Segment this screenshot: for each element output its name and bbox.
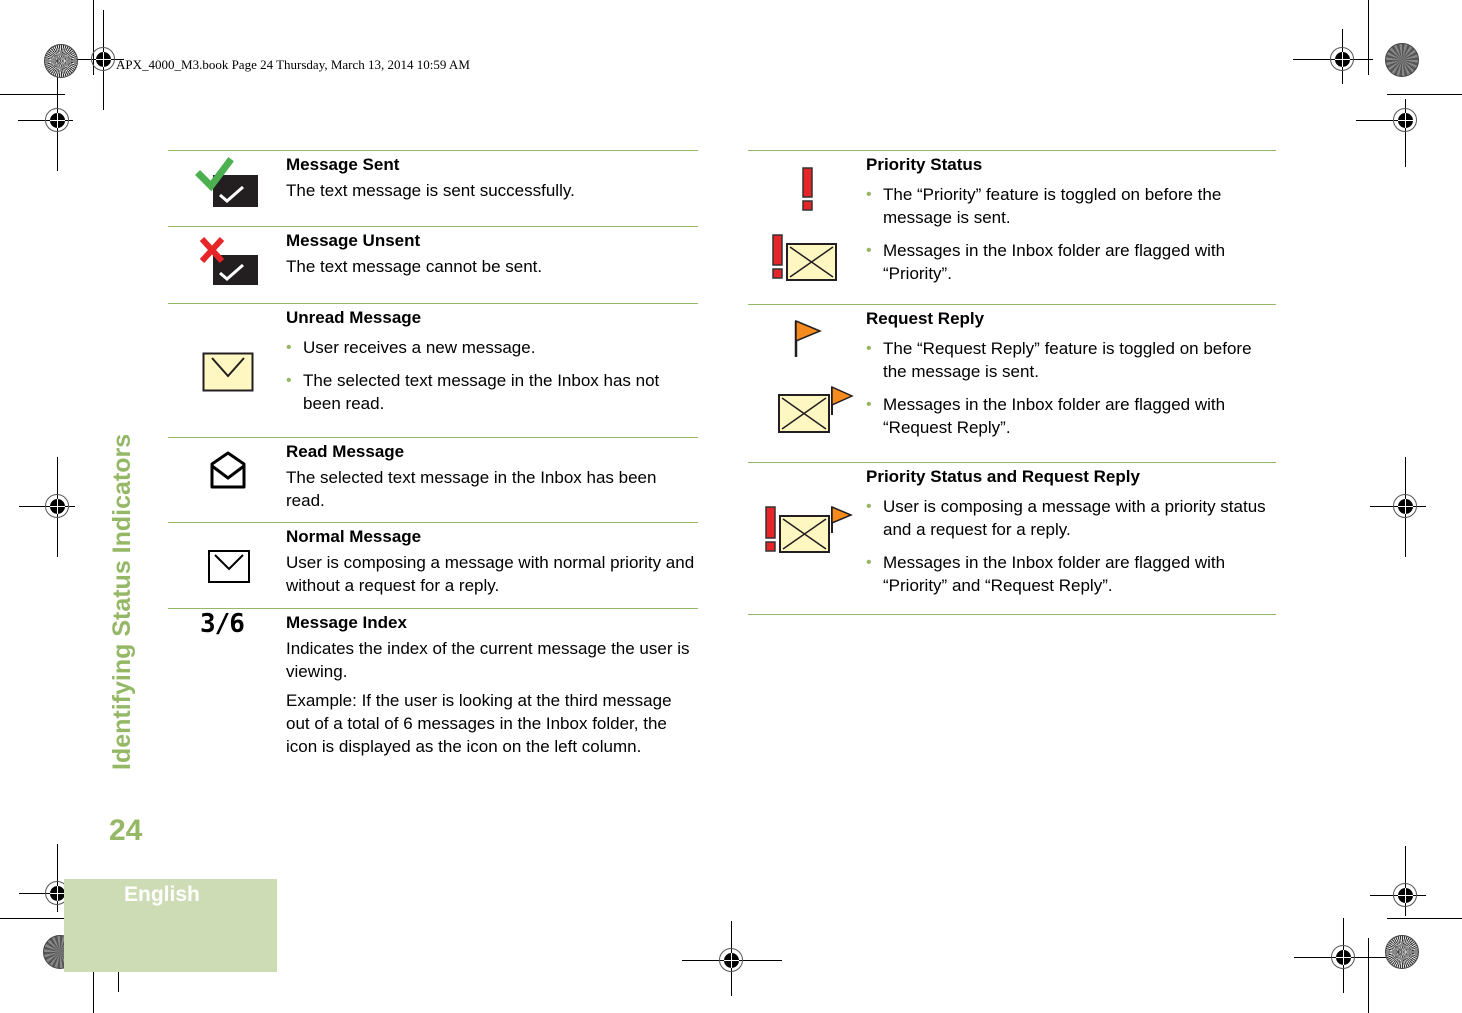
table-row: Priority Status The “Priority” feature i…: [748, 150, 1276, 304]
row-title: Message Unsent: [286, 231, 421, 250]
message-index-value: 3/6: [200, 609, 245, 639]
row-title: Normal Message: [286, 527, 422, 546]
bullet-item: The “Request Reply” feature is toggled o…: [866, 337, 1276, 383]
bullet-item: Messages in the Inbox folder are flagged…: [866, 393, 1276, 439]
reply-flag-icon: [794, 319, 822, 357]
bullet-list: User receives a new message. The selecte…: [286, 336, 698, 415]
page-number: 24: [109, 814, 143, 847]
priority-and-reply-icon: [748, 463, 858, 614]
row-title: Request Reply: [866, 309, 985, 328]
bullet-item: User receives a new message.: [286, 336, 698, 359]
read-message-icon: [168, 438, 278, 522]
color-bar-starburst-icon: [1385, 935, 1419, 969]
unread-message-icon: [168, 304, 278, 437]
table-row: Request Reply The “Request Reply” featur…: [748, 304, 1276, 462]
bullet-item: The selected text message in the Inbox h…: [286, 369, 698, 415]
bullet-item: Messages in the Inbox folder are flagged…: [866, 551, 1276, 597]
row-description: The text message is sent successfully.: [286, 181, 575, 200]
table-row: Message Sent The text message is sent su…: [168, 150, 698, 226]
row-title: Priority Status and Request Reply: [866, 467, 1140, 486]
bullet-list: The “Priority” feature is toggled on bef…: [866, 183, 1276, 285]
request-reply-icon: [748, 305, 858, 462]
table-row: Read Message The selected text message i…: [168, 437, 698, 522]
print-header: APX_4000_M3.book Page 24 Thursday, March…: [116, 57, 470, 72]
bullet-list: User is composing a message with a prior…: [866, 495, 1276, 597]
message-sent-icon: [168, 151, 278, 226]
message-unsent-icon: [168, 227, 278, 303]
row-paragraph: Example: If the user is looking at the t…: [286, 691, 672, 756]
row-description: The selected text message in the Inbox h…: [286, 468, 657, 510]
row-paragraph: Indicates the index of the current messa…: [286, 639, 690, 681]
priority-reply-envelope-icon: [765, 505, 853, 553]
table-row: Priority Status and Request Reply User i…: [748, 462, 1276, 615]
bullet-item: Messages in the Inbox folder are flagged…: [866, 239, 1276, 285]
normal-message-icon: [168, 523, 278, 608]
row-description: User is composing a message with normal …: [286, 553, 695, 595]
color-bar-starburst-icon: [44, 44, 78, 78]
registration-mark-icon: [682, 911, 782, 1011]
table-row: Normal Message User is composing a messa…: [168, 522, 698, 608]
priority-status-icon: [748, 151, 858, 304]
registration-mark-icon: [1356, 457, 1456, 557]
right-indicator-table: Priority Status The “Priority” feature i…: [748, 150, 1276, 615]
bullet-list: The “Request Reply” feature is toggled o…: [866, 337, 1276, 439]
bullet-item: The “Priority” feature is toggled on bef…: [866, 183, 1276, 229]
bullet-item: User is composing a message with a prior…: [866, 495, 1276, 541]
registration-mark-icon: [8, 71, 108, 171]
row-title: Message Sent: [286, 155, 400, 174]
table-row: Unread Message User receives a new messa…: [168, 303, 698, 437]
reply-envelope-icon: [778, 385, 854, 433]
table-row: 3/6 Message Index Indicates the index of…: [168, 608, 698, 788]
color-bar-starburst-icon: [1385, 43, 1419, 77]
table-row: Message Unsent The text message cannot b…: [168, 226, 698, 303]
row-title: Priority Status: [866, 155, 983, 174]
registration-mark-icon: [1356, 846, 1456, 946]
left-indicator-table: Message Sent The text message is sent su…: [168, 150, 698, 788]
section-title: Identifying Status Indicators: [108, 433, 136, 770]
language-label: English: [124, 883, 200, 906]
row-title: Read Message: [286, 442, 405, 461]
row-title: Message Index: [286, 613, 407, 632]
registration-mark-icon: [8, 457, 108, 557]
message-index-icon: 3/6: [168, 609, 278, 788]
registration-mark-icon: [1356, 71, 1456, 171]
row-description: The text message cannot be sent.: [286, 257, 543, 276]
row-title: Unread Message: [286, 308, 422, 327]
priority-exclamation-icon: [802, 167, 813, 211]
priority-envelope-icon: [772, 234, 837, 281]
